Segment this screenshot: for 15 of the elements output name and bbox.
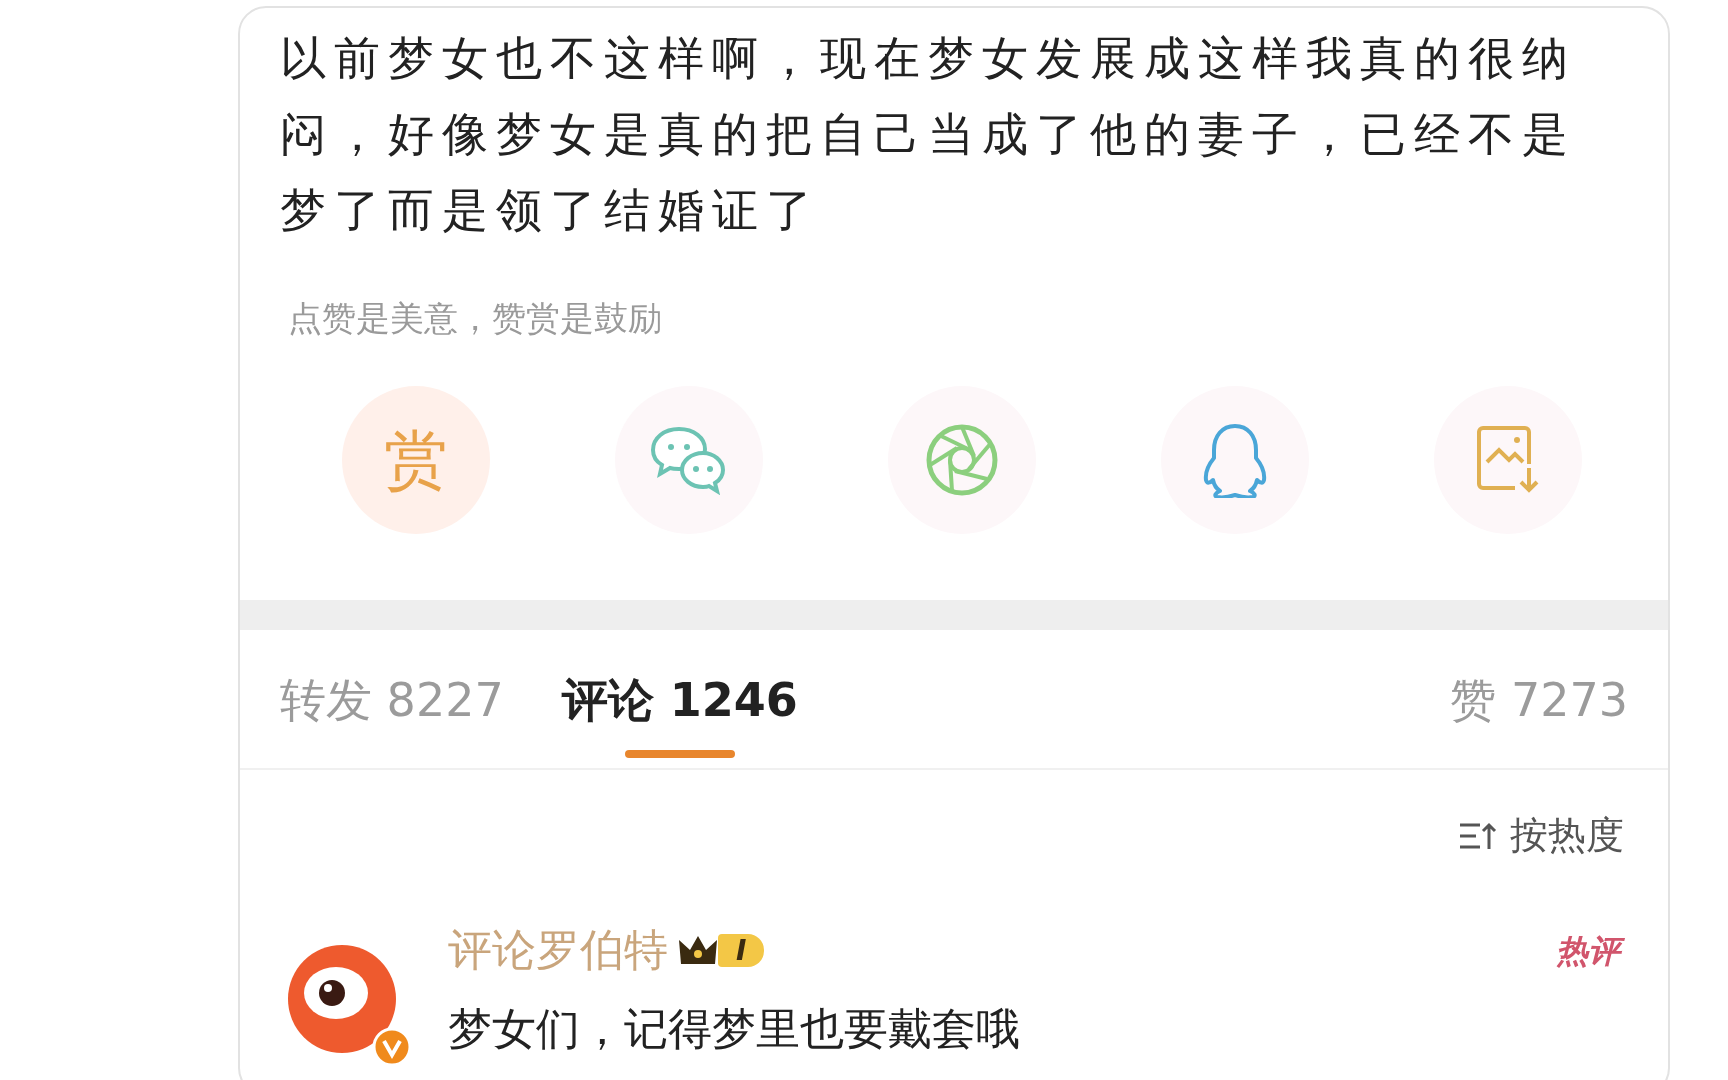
tab[interactable]: 评论 1246: [561, 670, 798, 768]
level-badge: I: [718, 934, 765, 967]
tab[interactable]: 转发 8227: [280, 670, 504, 768]
post-text: 以前梦女也不这样啊，现在梦女发展成这样我真的很纳: [280, 30, 1577, 87]
post-text: 闷，好像梦女是真的把自己当成了他的妻子，已经不是: [280, 106, 1577, 163]
tab[interactable]: 赞 7273: [1450, 670, 1628, 768]
penguin-icon: [1202, 422, 1268, 498]
comment-text: 梦女们，记得梦里也要戴套哦: [448, 1002, 1021, 1056]
post-text: 梦了而是领了结婚证了: [280, 182, 821, 239]
reward-hint: 点赞是美意，赞赏是鼓励: [288, 297, 663, 340]
reward-button[interactable]: 赏: [342, 386, 490, 534]
username[interactable]: 评论罗伯特: [448, 921, 668, 980]
sort-button[interactable]: 按热度: [1458, 810, 1624, 861]
hot-comment-tag: 热评: [1552, 928, 1628, 973]
aperture-icon: [925, 423, 999, 497]
